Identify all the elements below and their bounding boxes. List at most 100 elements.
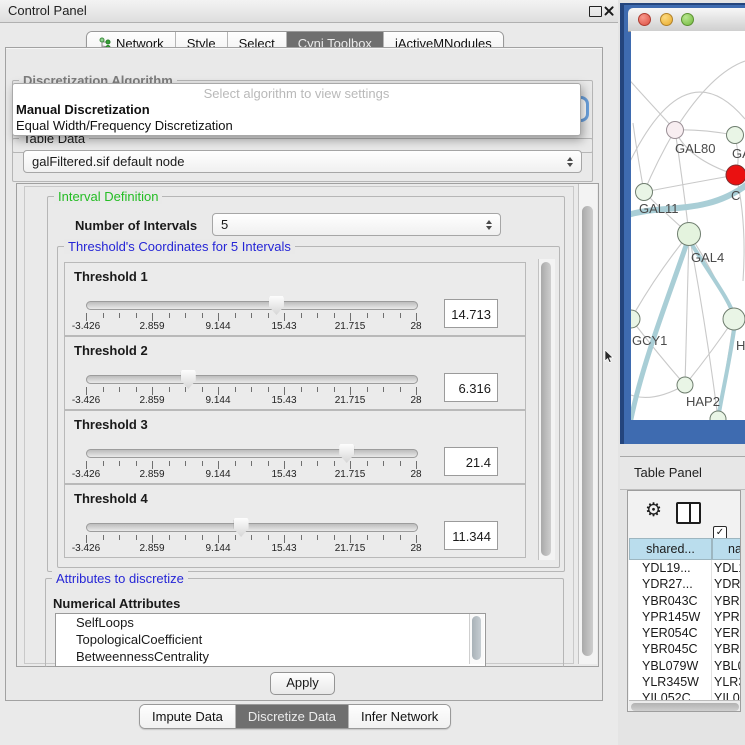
column-header-shared[interactable]: shared... bbox=[629, 538, 712, 560]
slider-tick bbox=[301, 461, 302, 466]
column-layout-icon[interactable] bbox=[676, 502, 701, 524]
slider-tick bbox=[334, 387, 335, 392]
node-gal80[interactable] bbox=[667, 122, 684, 139]
tab-impute-data[interactable]: Impute Data bbox=[140, 705, 236, 728]
node-gal4[interactable] bbox=[678, 223, 701, 246]
threshold-value-field[interactable]: 6.316 bbox=[444, 373, 498, 402]
table-row[interactable]: YPR145WYPR145W bbox=[629, 609, 741, 625]
slider-tick bbox=[218, 461, 219, 469]
node-partial-right[interactable] bbox=[727, 127, 744, 144]
cell-shared-name[interactable]: YDL19... bbox=[629, 560, 712, 576]
tab-discretize-data[interactable]: Discretize Data bbox=[236, 705, 349, 728]
attribute-item[interactable]: TopologicalCoefficient bbox=[56, 631, 485, 648]
cell-name[interactable]: YLR345W bbox=[712, 674, 741, 690]
table-row[interactable]: YBL079WYBL079W bbox=[629, 658, 741, 674]
cell-shared-name[interactable]: YDR27... bbox=[629, 576, 712, 592]
attribute-item[interactable]: BetweennessCentrality bbox=[56, 648, 485, 665]
cell-name[interactable]: YDL19 bbox=[712, 560, 741, 576]
cell-shared-name[interactable]: YIL052C bbox=[629, 690, 712, 700]
tab-infer-network[interactable]: Infer Network bbox=[349, 705, 450, 728]
slider-tick-label: -3.426 bbox=[72, 469, 100, 480]
thresholds-scrollbar[interactable] bbox=[538, 259, 555, 560]
table-row[interactable]: YBR045CYBR045C bbox=[629, 641, 741, 657]
slider-tick bbox=[301, 313, 302, 318]
numerical-attributes-list[interactable]: SelfLoopsTopologicalCoefficientBetweenne… bbox=[55, 613, 486, 667]
mouse-cursor bbox=[604, 350, 616, 364]
num-intervals-combobox[interactable]: 5 bbox=[212, 213, 501, 236]
node-gcy1[interactable] bbox=[631, 310, 640, 328]
table-row[interactable]: YER054CYER054C bbox=[629, 625, 741, 641]
table-row[interactable]: YDR27...YDR27 bbox=[629, 576, 741, 592]
cell-name[interactable]: YBR043C bbox=[712, 593, 741, 609]
table-row[interactable]: YLR345WYLR345W bbox=[629, 674, 741, 690]
cell-shared-name[interactable]: YBR043C bbox=[629, 593, 712, 609]
slider-tick bbox=[103, 461, 104, 466]
slider-tick bbox=[152, 313, 153, 321]
float-window-icon[interactable] bbox=[589, 6, 602, 17]
gear-icon[interactable]: ⚙ bbox=[645, 501, 662, 521]
cell-name[interactable]: YBL079W bbox=[712, 658, 741, 674]
node-label: C bbox=[731, 188, 740, 203]
slider-tick-label: 2.859 bbox=[139, 469, 164, 480]
minimize-traffic-light[interactable] bbox=[660, 13, 673, 26]
table-data-selected-value: galFiltered.sif default node bbox=[32, 154, 184, 169]
slider-tick bbox=[218, 387, 219, 395]
node-label: H bbox=[736, 338, 745, 353]
cell-name[interactable]: YDR27 bbox=[712, 576, 741, 592]
node-h[interactable] bbox=[723, 308, 745, 330]
node-red[interactable] bbox=[726, 165, 745, 185]
slider-tick-label: 2.859 bbox=[139, 543, 164, 554]
network-canvas[interactable]: GAL80 GA C GAL11 GAL4 GCY1 H HAP2 bbox=[631, 31, 745, 420]
close-icon[interactable] bbox=[603, 5, 614, 16]
threshold-panel: Threshold 4 -3.4262.8599.14415.4321.7152… bbox=[64, 484, 526, 558]
node-partial-bottom[interactable] bbox=[710, 411, 726, 420]
threshold-value-field[interactable]: 14.713 bbox=[444, 299, 498, 328]
cell-shared-name[interactable]: YBR045C bbox=[629, 641, 712, 657]
slider-tick bbox=[251, 535, 252, 540]
slider-tick bbox=[268, 535, 269, 540]
slider-tick bbox=[251, 461, 252, 466]
slider-tick-label: 9.144 bbox=[205, 395, 230, 406]
threshold-value-field[interactable]: 11.344 bbox=[444, 521, 498, 550]
attribute-item[interactable]: SelfLoops bbox=[56, 614, 485, 631]
slider-tick bbox=[185, 535, 186, 540]
slider-tick bbox=[350, 461, 351, 469]
column-header-name[interactable]: name bbox=[712, 538, 741, 560]
cell-shared-name[interactable]: YER054C bbox=[629, 625, 712, 641]
threshold-value-field[interactable]: 21.4 bbox=[444, 447, 498, 476]
slider-tick bbox=[119, 313, 120, 318]
slider-tick bbox=[235, 461, 236, 466]
cell-shared-name[interactable]: YBL079W bbox=[629, 658, 712, 674]
cell-name[interactable]: YER054C bbox=[712, 625, 741, 641]
table-data-combobox[interactable]: galFiltered.sif default node bbox=[23, 150, 582, 173]
table-row[interactable]: YDL19...YDL19 bbox=[629, 560, 741, 576]
cell-shared-name[interactable]: YPR145W bbox=[629, 609, 712, 625]
slider-tick bbox=[235, 387, 236, 392]
slider-tick bbox=[416, 313, 417, 321]
node-hap2[interactable] bbox=[677, 377, 693, 393]
cell-name[interactable]: YIL052C bbox=[712, 690, 741, 700]
settings-scrollbar[interactable] bbox=[578, 184, 597, 664]
cell-name[interactable]: YPR145W bbox=[712, 609, 741, 625]
slider-tick bbox=[367, 313, 368, 318]
table-data-group: Table Data galFiltered.sif default node bbox=[12, 138, 593, 182]
slider-tick bbox=[202, 461, 203, 466]
threshold-panel: Threshold 3 -3.4262.8599.14415.4321.7152… bbox=[64, 410, 526, 484]
table-row[interactable]: YIL052CYIL052C bbox=[629, 690, 741, 700]
cell-shared-name[interactable]: YLR345W bbox=[629, 674, 712, 690]
dropdown-option-manual-discretization[interactable]: Manual Discretization bbox=[13, 102, 580, 118]
apply-button[interactable]: Apply bbox=[270, 672, 335, 695]
table-rows: YDL19...YDL19YDR27...YDR27YBR043CYBR043C… bbox=[629, 560, 741, 700]
slider-tick-label: 2.859 bbox=[139, 321, 164, 332]
zoom-traffic-light[interactable] bbox=[681, 13, 694, 26]
node-gal11[interactable] bbox=[636, 184, 653, 201]
dropdown-option-equal-width[interactable]: Equal Width/Frequency Discretization bbox=[13, 118, 580, 134]
table-row[interactable]: YBR043CYBR043C bbox=[629, 593, 741, 609]
close-traffic-light[interactable] bbox=[638, 13, 651, 26]
dropdown-prompt-item[interactable]: Select algorithm to view settings bbox=[13, 84, 580, 102]
panel-title: Control Panel bbox=[8, 0, 87, 22]
attributes-list-scrollbar[interactable] bbox=[469, 614, 484, 664]
slider-tick bbox=[119, 535, 120, 540]
table-horizontal-scrollbar[interactable] bbox=[629, 700, 741, 712]
cell-name[interactable]: YBR045C bbox=[712, 641, 741, 657]
